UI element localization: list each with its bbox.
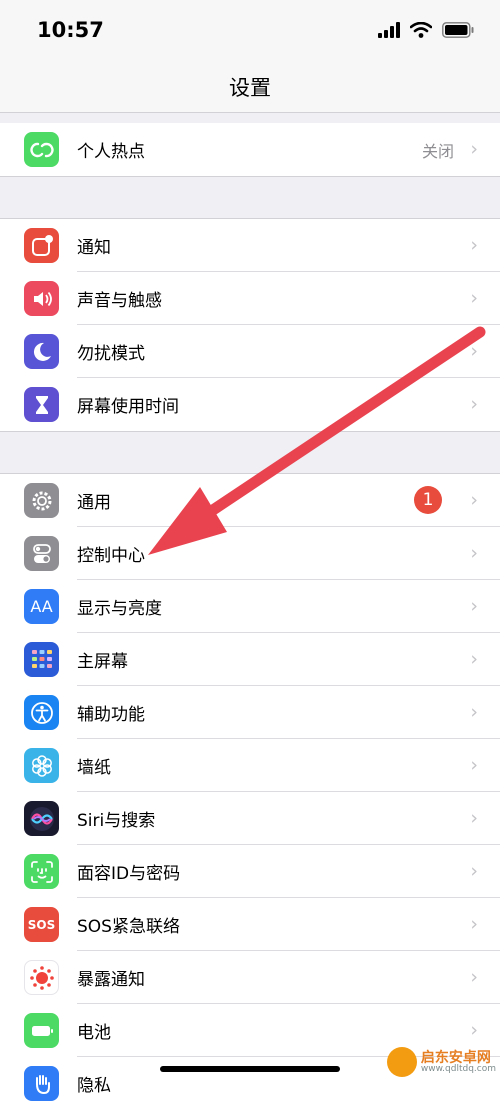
- settings-row-exposure[interactable]: 暴露通知 ›: [0, 951, 500, 1004]
- row-label: 屏幕使用时间: [77, 397, 179, 417]
- settings-row-display[interactable]: AA 显示与亮度 ›: [0, 580, 500, 633]
- watermark: 启东安卓网 www.qdltdq.com: [386, 1046, 496, 1078]
- notification-icon: [24, 228, 59, 263]
- chevron-right-icon: ›: [470, 1019, 478, 1041]
- watermark-url: www.qdltdq.com: [420, 1063, 496, 1074]
- row-label: 暴露通知: [77, 970, 145, 990]
- hourglass-icon: [24, 387, 59, 422]
- wifi-icon: [410, 22, 432, 38]
- hotspot-icon: [24, 132, 59, 167]
- row-label: 个人热点: [77, 142, 145, 162]
- row-label: 主屏幕: [77, 652, 128, 672]
- home-indicator[interactable]: [160, 1066, 340, 1072]
- divider: [0, 176, 500, 177]
- settings-row-accessibility[interactable]: 辅助功能 ›: [0, 686, 500, 739]
- moon-icon: [24, 334, 59, 369]
- accessibility-icon: [24, 695, 59, 730]
- chevron-right-icon: ›: [470, 234, 478, 256]
- chevron-right-icon: ›: [470, 807, 478, 829]
- privacy-hand-icon: [24, 1066, 59, 1101]
- sos-icon: SOS: [24, 907, 59, 942]
- chevron-right-icon: ›: [470, 860, 478, 882]
- row-label: 控制中心: [77, 546, 145, 566]
- row-label: 通用: [77, 493, 111, 513]
- chevron-right-icon: ›: [470, 913, 478, 935]
- row-label: 电池: [77, 1023, 111, 1043]
- flower-icon: [24, 748, 59, 783]
- settings-row-home-screen[interactable]: 主屏幕 ›: [0, 633, 500, 686]
- row-label: 通知: [77, 238, 111, 258]
- row-label: 勿扰模式: [77, 344, 145, 364]
- sos-glyph: SOS: [27, 917, 56, 932]
- chevron-right-icon: ›: [470, 754, 478, 776]
- battery-status-icon: [442, 22, 474, 38]
- chevron-right-icon: ›: [470, 701, 478, 723]
- row-label: Siri与搜索: [77, 811, 156, 831]
- row-value: 关闭: [421, 142, 454, 161]
- text-size-icon: AA: [24, 589, 59, 624]
- settings-row-face-id[interactable]: 面容ID与密码 ›: [0, 845, 500, 898]
- row-label: SOS紧急联络: [77, 917, 180, 937]
- row-label: 声音与触感: [77, 291, 162, 311]
- status-bar: 10:57: [0, 0, 500, 62]
- settings-row-wallpaper[interactable]: 墙纸 ›: [0, 739, 500, 792]
- row-label: 辅助功能: [77, 705, 145, 725]
- siri-icon: [24, 801, 59, 836]
- settings-row-siri[interactable]: Siri与搜索 ›: [0, 792, 500, 845]
- chevron-right-icon: ›: [470, 489, 478, 511]
- settings-row-do-not-disturb[interactable]: 勿扰模式 ›: [0, 325, 500, 378]
- cellular-signal-icon: [378, 22, 400, 38]
- chevron-right-icon: ›: [470, 393, 478, 415]
- chevron-right-icon: ›: [470, 542, 478, 564]
- face-id-icon: [24, 854, 59, 889]
- settings-row-control-center[interactable]: 控制中心 ›: [0, 527, 500, 580]
- chevron-right-icon: ›: [470, 648, 478, 670]
- settings-row-general[interactable]: 通用 1 ›: [0, 474, 500, 527]
- settings-row-screen-time[interactable]: 屏幕使用时间 ›: [0, 378, 500, 431]
- row-label: 显示与亮度: [77, 599, 162, 619]
- settings-row-notifications[interactable]: 通知 ›: [0, 219, 500, 272]
- row-label: 墙纸: [77, 758, 111, 778]
- toggle-icon: [24, 536, 59, 571]
- status-icons: [378, 20, 474, 40]
- chevron-right-icon: ›: [470, 340, 478, 362]
- divider: [0, 431, 500, 432]
- home-grid-icon: [24, 642, 59, 677]
- page-title: 设置: [229, 76, 271, 100]
- notification-badge: 1: [414, 486, 442, 514]
- nav-bar: 设置: [0, 62, 500, 113]
- text-size-glyph: AA: [30, 597, 53, 616]
- chevron-right-icon: ›: [470, 138, 478, 160]
- settings-row-sounds[interactable]: 声音与触感 ›: [0, 272, 500, 325]
- watermark-logo-icon: [386, 1047, 417, 1077]
- chevron-right-icon: ›: [470, 966, 478, 988]
- chevron-right-icon: ›: [470, 595, 478, 617]
- battery-icon: [24, 1013, 59, 1048]
- settings-row-hotspot[interactable]: 个人热点 关闭 ›: [0, 123, 500, 176]
- gear-icon: [24, 483, 59, 518]
- speaker-icon: [24, 281, 59, 316]
- chevron-right-icon: ›: [470, 287, 478, 309]
- row-label: 隐私: [77, 1076, 111, 1096]
- row-label: 面容ID与密码: [77, 864, 181, 884]
- watermark-title: 启东安卓网: [420, 1049, 491, 1066]
- exposure-icon: [24, 960, 59, 995]
- status-time: 10:57: [37, 18, 104, 42]
- settings-row-emergency-sos[interactable]: SOS SOS紧急联络 ›: [0, 898, 500, 951]
